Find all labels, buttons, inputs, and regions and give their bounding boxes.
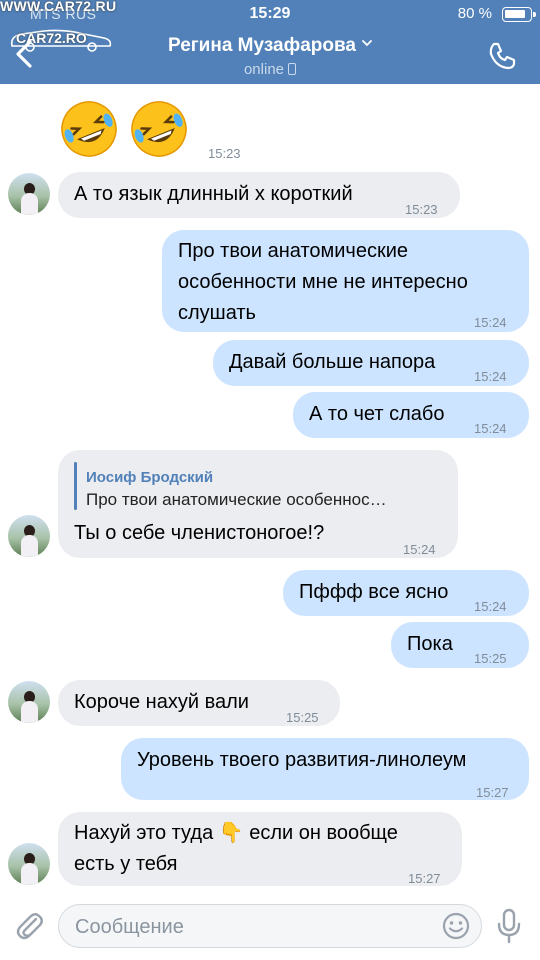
contact-avatar[interactable] (8, 173, 50, 215)
message-text: Нахуй это туда 👇 если он вообще есть у т… (74, 822, 398, 875)
message-time: 15:23 (405, 202, 438, 217)
chevron-down-icon (362, 32, 372, 47)
message-text: А то язык длинный х короткий (74, 183, 353, 205)
message-bubble-outgoing[interactable]: Уровень твоего развития-линолеум 15:27 (121, 738, 529, 800)
message-text: Ты о себе членистоногое!? (74, 522, 325, 544)
chat-header: MTS RUS WWW.CAR72.RU 15:29 80 % CAR72.RO… (0, 0, 540, 84)
message-time: 15:24 (403, 542, 436, 557)
smile-icon (442, 912, 470, 940)
message-list[interactable]: 15:23 А то язык длинный х короткий 15:23… (0, 84, 540, 894)
message-bubble-outgoing[interactable]: Пока 15:25 (391, 622, 529, 668)
message-time: 15:25 (474, 651, 507, 666)
message-time: 15:24 (474, 599, 507, 614)
contact-avatar[interactable] (8, 843, 50, 885)
message-bubble-outgoing[interactable]: А то чет слабо 15:24 (293, 392, 529, 438)
message-time: 15:24 (474, 315, 507, 330)
contact-avatar[interactable] (8, 515, 50, 557)
status-bar: MTS RUS WWW.CAR72.RU 15:29 80 % (0, 0, 540, 28)
message-text: Пока (407, 633, 453, 655)
message-composer (0, 894, 540, 960)
contact-name: Регина Музафарова (168, 35, 356, 56)
message-bubble-outgoing[interactable]: Про твои анатомические особенности мне н… (162, 230, 529, 332)
message-time: 15:27 (476, 785, 509, 800)
reply-indicator (74, 462, 77, 510)
paperclip-icon (16, 913, 43, 940)
message-text: Пффф все ясно (299, 581, 449, 603)
reply-quote[interactable]: Про твои анатомические особеннос… (86, 484, 387, 515)
phone-icon (489, 42, 516, 70)
mobile-icon (288, 63, 297, 75)
message-text: Уровень твоего развития-линолеум (137, 749, 467, 771)
battery-icon (502, 7, 536, 22)
message-bubble-outgoing[interactable]: Пффф все ясно 15:24 (283, 570, 529, 616)
contact-avatar[interactable] (8, 681, 50, 723)
attach-button[interactable] (12, 908, 46, 942)
emoji-rofl-1 (58, 98, 120, 160)
message-bubble-incoming[interactable]: Нахуй это туда 👇 если он вообще есть у т… (58, 812, 462, 886)
emoji-button[interactable] (441, 911, 471, 941)
message-time: 15:24 (474, 369, 507, 384)
message-input-wrapper[interactable] (58, 904, 482, 948)
emoji-rofl-2 (128, 98, 190, 160)
message-text: Давай больше напора (229, 351, 436, 373)
contact-status: online (243, 61, 285, 78)
message-bubble-incoming[interactable]: А то язык длинный х короткий 15:23 (58, 172, 460, 218)
message-time: 15:27 (408, 871, 441, 886)
contact-info[interactable]: Регина Музафарова online (0, 32, 540, 78)
message-time: 15:25 (286, 710, 319, 725)
message-bubble-incoming[interactable]: Иосиф Бродский Про твои анатомические ос… (58, 450, 458, 558)
message-text: А то чет слабо (309, 403, 445, 425)
message-input[interactable] (75, 913, 425, 941)
message-text: Про твои анатомические особенности мне н… (178, 240, 468, 324)
battery-percent: 80 % (457, 5, 492, 22)
message-time: 15:24 (474, 421, 507, 436)
message-time: 15:23 (208, 146, 241, 161)
message-bubble-outgoing[interactable]: Давай больше напора 15:24 (213, 340, 529, 386)
voice-message-button[interactable] (496, 908, 522, 944)
call-button[interactable] (486, 40, 518, 72)
message-text: Короче нахуй вали (74, 691, 249, 713)
microphone-icon (497, 908, 521, 944)
message-bubble-incoming[interactable]: Короче нахуй вали 15:25 (58, 680, 340, 726)
